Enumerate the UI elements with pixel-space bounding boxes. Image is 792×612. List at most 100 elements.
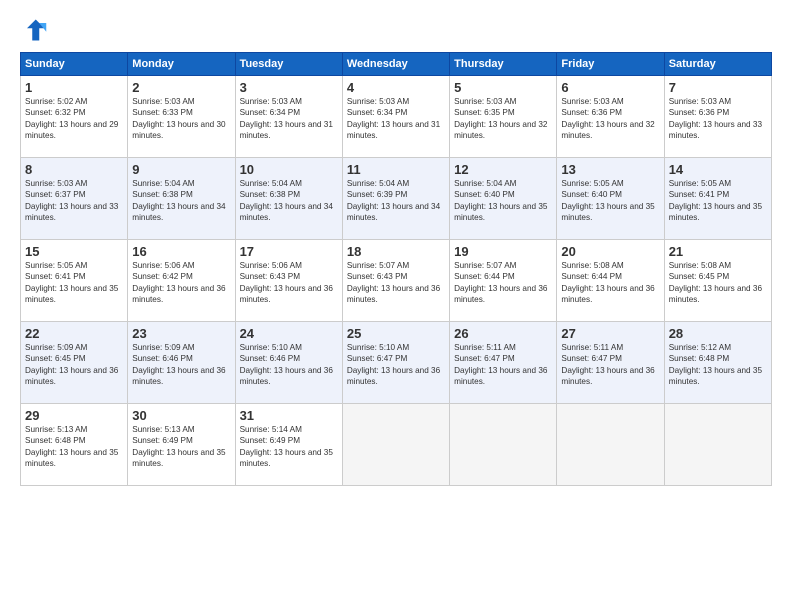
- day-number: 31: [240, 408, 338, 423]
- calendar-cell: 22Sunrise: 5:09 AMSunset: 6:45 PMDayligh…: [21, 322, 128, 404]
- calendar-cell: 1Sunrise: 5:02 AMSunset: 6:32 PMDaylight…: [21, 76, 128, 158]
- day-info: Sunrise: 5:04 AMSunset: 6:39 PMDaylight:…: [347, 178, 445, 224]
- day-number: 18: [347, 244, 445, 259]
- day-info: Sunrise: 5:03 AMSunset: 6:33 PMDaylight:…: [132, 96, 230, 142]
- calendar-cell: 18Sunrise: 5:07 AMSunset: 6:43 PMDayligh…: [342, 240, 449, 322]
- day-number: 13: [561, 162, 659, 177]
- day-number: 24: [240, 326, 338, 341]
- day-info: Sunrise: 5:04 AMSunset: 6:38 PMDaylight:…: [132, 178, 230, 224]
- header-row: SundayMondayTuesdayWednesdayThursdayFrid…: [21, 53, 772, 76]
- col-header-thursday: Thursday: [450, 53, 557, 76]
- day-info: Sunrise: 5:13 AMSunset: 6:48 PMDaylight:…: [25, 424, 123, 470]
- calendar-cell: 30Sunrise: 5:13 AMSunset: 6:49 PMDayligh…: [128, 404, 235, 486]
- day-info: Sunrise: 5:10 AMSunset: 6:47 PMDaylight:…: [347, 342, 445, 388]
- calendar-cell: [557, 404, 664, 486]
- day-number: 14: [669, 162, 767, 177]
- day-info: Sunrise: 5:06 AMSunset: 6:42 PMDaylight:…: [132, 260, 230, 306]
- calendar-cell: 28Sunrise: 5:12 AMSunset: 6:48 PMDayligh…: [664, 322, 771, 404]
- calendar-cell: 20Sunrise: 5:08 AMSunset: 6:44 PMDayligh…: [557, 240, 664, 322]
- calendar-cell: 6Sunrise: 5:03 AMSunset: 6:36 PMDaylight…: [557, 76, 664, 158]
- calendar-cell: 4Sunrise: 5:03 AMSunset: 6:34 PMDaylight…: [342, 76, 449, 158]
- day-number: 9: [132, 162, 230, 177]
- calendar-cell: 5Sunrise: 5:03 AMSunset: 6:35 PMDaylight…: [450, 76, 557, 158]
- day-info: Sunrise: 5:12 AMSunset: 6:48 PMDaylight:…: [669, 342, 767, 388]
- day-number: 27: [561, 326, 659, 341]
- header: [20, 16, 772, 44]
- day-info: Sunrise: 5:11 AMSunset: 6:47 PMDaylight:…: [454, 342, 552, 388]
- day-info: Sunrise: 5:03 AMSunset: 6:34 PMDaylight:…: [347, 96, 445, 142]
- day-info: Sunrise: 5:06 AMSunset: 6:43 PMDaylight:…: [240, 260, 338, 306]
- logo-icon: [20, 16, 48, 44]
- day-number: 21: [669, 244, 767, 259]
- day-info: Sunrise: 5:09 AMSunset: 6:45 PMDaylight:…: [25, 342, 123, 388]
- col-header-tuesday: Tuesday: [235, 53, 342, 76]
- calendar-cell: 11Sunrise: 5:04 AMSunset: 6:39 PMDayligh…: [342, 158, 449, 240]
- day-info: Sunrise: 5:07 AMSunset: 6:43 PMDaylight:…: [347, 260, 445, 306]
- calendar-cell: 27Sunrise: 5:11 AMSunset: 6:47 PMDayligh…: [557, 322, 664, 404]
- calendar-cell: 24Sunrise: 5:10 AMSunset: 6:46 PMDayligh…: [235, 322, 342, 404]
- calendar-cell: [450, 404, 557, 486]
- calendar-cell: 8Sunrise: 5:03 AMSunset: 6:37 PMDaylight…: [21, 158, 128, 240]
- day-info: Sunrise: 5:04 AMSunset: 6:40 PMDaylight:…: [454, 178, 552, 224]
- day-info: Sunrise: 5:03 AMSunset: 6:37 PMDaylight:…: [25, 178, 123, 224]
- calendar-cell: 17Sunrise: 5:06 AMSunset: 6:43 PMDayligh…: [235, 240, 342, 322]
- calendar-cell: 31Sunrise: 5:14 AMSunset: 6:49 PMDayligh…: [235, 404, 342, 486]
- calendar-cell: 13Sunrise: 5:05 AMSunset: 6:40 PMDayligh…: [557, 158, 664, 240]
- day-info: Sunrise: 5:07 AMSunset: 6:44 PMDaylight:…: [454, 260, 552, 306]
- day-info: Sunrise: 5:08 AMSunset: 6:45 PMDaylight:…: [669, 260, 767, 306]
- calendar-cell: 2Sunrise: 5:03 AMSunset: 6:33 PMDaylight…: [128, 76, 235, 158]
- calendar-cell: 3Sunrise: 5:03 AMSunset: 6:34 PMDaylight…: [235, 76, 342, 158]
- col-header-wednesday: Wednesday: [342, 53, 449, 76]
- day-info: Sunrise: 5:05 AMSunset: 6:40 PMDaylight:…: [561, 178, 659, 224]
- col-header-sunday: Sunday: [21, 53, 128, 76]
- calendar-table: SundayMondayTuesdayWednesdayThursdayFrid…: [20, 52, 772, 486]
- calendar-week-1: 1Sunrise: 5:02 AMSunset: 6:32 PMDaylight…: [21, 76, 772, 158]
- calendar-cell: 12Sunrise: 5:04 AMSunset: 6:40 PMDayligh…: [450, 158, 557, 240]
- day-number: 12: [454, 162, 552, 177]
- day-number: 1: [25, 80, 123, 95]
- calendar-cell: 16Sunrise: 5:06 AMSunset: 6:42 PMDayligh…: [128, 240, 235, 322]
- day-number: 25: [347, 326, 445, 341]
- day-number: 30: [132, 408, 230, 423]
- day-number: 17: [240, 244, 338, 259]
- calendar-cell: 26Sunrise: 5:11 AMSunset: 6:47 PMDayligh…: [450, 322, 557, 404]
- day-number: 5: [454, 80, 552, 95]
- calendar-cell: [342, 404, 449, 486]
- day-number: 4: [347, 80, 445, 95]
- day-number: 3: [240, 80, 338, 95]
- day-info: Sunrise: 5:11 AMSunset: 6:47 PMDaylight:…: [561, 342, 659, 388]
- day-info: Sunrise: 5:03 AMSunset: 6:35 PMDaylight:…: [454, 96, 552, 142]
- day-number: 29: [25, 408, 123, 423]
- calendar-week-5: 29Sunrise: 5:13 AMSunset: 6:48 PMDayligh…: [21, 404, 772, 486]
- day-info: Sunrise: 5:05 AMSunset: 6:41 PMDaylight:…: [25, 260, 123, 306]
- logo: [20, 16, 52, 44]
- calendar-cell: 21Sunrise: 5:08 AMSunset: 6:45 PMDayligh…: [664, 240, 771, 322]
- calendar-week-4: 22Sunrise: 5:09 AMSunset: 6:45 PMDayligh…: [21, 322, 772, 404]
- day-number: 16: [132, 244, 230, 259]
- calendar-cell: 19Sunrise: 5:07 AMSunset: 6:44 PMDayligh…: [450, 240, 557, 322]
- calendar-cell: 10Sunrise: 5:04 AMSunset: 6:38 PMDayligh…: [235, 158, 342, 240]
- day-number: 8: [25, 162, 123, 177]
- day-number: 26: [454, 326, 552, 341]
- day-number: 11: [347, 162, 445, 177]
- day-info: Sunrise: 5:04 AMSunset: 6:38 PMDaylight:…: [240, 178, 338, 224]
- day-number: 28: [669, 326, 767, 341]
- calendar-cell: 23Sunrise: 5:09 AMSunset: 6:46 PMDayligh…: [128, 322, 235, 404]
- calendar-cell: 14Sunrise: 5:05 AMSunset: 6:41 PMDayligh…: [664, 158, 771, 240]
- calendar-cell: 9Sunrise: 5:04 AMSunset: 6:38 PMDaylight…: [128, 158, 235, 240]
- col-header-friday: Friday: [557, 53, 664, 76]
- calendar-cell: [664, 404, 771, 486]
- day-info: Sunrise: 5:08 AMSunset: 6:44 PMDaylight:…: [561, 260, 659, 306]
- day-info: Sunrise: 5:09 AMSunset: 6:46 PMDaylight:…: [132, 342, 230, 388]
- calendar-week-2: 8Sunrise: 5:03 AMSunset: 6:37 PMDaylight…: [21, 158, 772, 240]
- page: SundayMondayTuesdayWednesdayThursdayFrid…: [0, 0, 792, 612]
- calendar-week-3: 15Sunrise: 5:05 AMSunset: 6:41 PMDayligh…: [21, 240, 772, 322]
- day-info: Sunrise: 5:13 AMSunset: 6:49 PMDaylight:…: [132, 424, 230, 470]
- day-info: Sunrise: 5:03 AMSunset: 6:36 PMDaylight:…: [561, 96, 659, 142]
- day-info: Sunrise: 5:05 AMSunset: 6:41 PMDaylight:…: [669, 178, 767, 224]
- day-number: 15: [25, 244, 123, 259]
- day-number: 2: [132, 80, 230, 95]
- day-number: 22: [25, 326, 123, 341]
- day-number: 23: [132, 326, 230, 341]
- day-number: 10: [240, 162, 338, 177]
